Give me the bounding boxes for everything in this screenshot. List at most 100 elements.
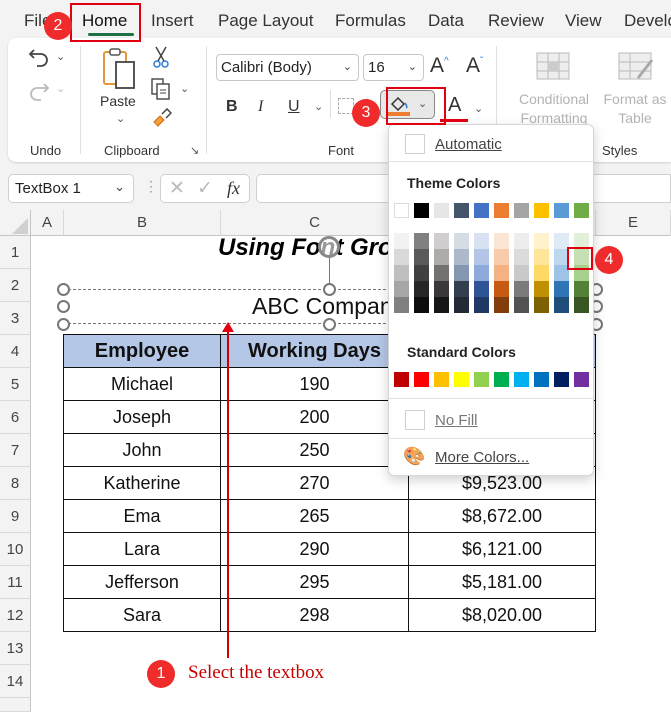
theme-shade-swatch[interactable]: [394, 249, 409, 265]
employee-cell[interactable]: Joseph: [63, 400, 221, 434]
row-header[interactable]: 5: [0, 368, 31, 401]
resize-handle[interactable]: [323, 318, 336, 331]
theme-shade-swatch[interactable]: [454, 233, 469, 249]
employee-cell[interactable]: Jefferson: [63, 565, 221, 599]
theme-shade-swatch[interactable]: [414, 297, 429, 313]
theme-color-swatch[interactable]: [534, 203, 549, 218]
standard-color-swatch[interactable]: [454, 372, 469, 387]
theme-shade-swatch[interactable]: [494, 265, 509, 281]
working-days-cell[interactable]: 200: [220, 400, 409, 434]
theme-color-swatch[interactable]: [394, 203, 409, 218]
working-days-cell[interactable]: 250: [220, 433, 409, 467]
font-color-dropdown-icon[interactable]: ⌄: [474, 102, 483, 115]
theme-shade-swatch[interactable]: [434, 233, 449, 249]
tab-data[interactable]: Data: [428, 11, 464, 31]
theme-shade-swatch[interactable]: [414, 265, 429, 281]
theme-shade-swatch[interactable]: [414, 233, 429, 249]
standard-color-swatch[interactable]: [434, 372, 449, 387]
undo-dropdown-icon[interactable]: ⌄: [56, 50, 65, 63]
name-box[interactable]: TextBox 1 ⌄: [8, 174, 134, 203]
conditional-formatting-button[interactable]: Conditional Formatting: [514, 90, 594, 128]
format-painter-button[interactable]: [152, 108, 172, 128]
employee-cell[interactable]: Lara: [63, 532, 221, 566]
tab-developer[interactable]: Developer: [624, 11, 671, 31]
standard-color-swatch[interactable]: [574, 372, 589, 387]
theme-shade-swatch[interactable]: [514, 297, 529, 313]
tab-formulas[interactable]: Formulas: [335, 11, 406, 31]
theme-shade-swatch[interactable]: [534, 281, 549, 297]
row-header[interactable]: 6: [0, 401, 31, 434]
undo-button[interactable]: [26, 44, 52, 70]
no-fill-option[interactable]: No Fill: [389, 403, 593, 437]
theme-color-swatch[interactable]: [554, 203, 569, 218]
column-header-b[interactable]: B: [64, 210, 221, 236]
theme-shade-swatch[interactable]: [474, 265, 489, 281]
theme-shade-swatch[interactable]: [494, 281, 509, 297]
working-days-cell[interactable]: 190: [220, 367, 409, 401]
resize-handle[interactable]: [323, 283, 336, 296]
theme-shade-swatch[interactable]: [414, 281, 429, 297]
theme-shade-swatch[interactable]: [494, 297, 509, 313]
theme-shade-swatch[interactable]: [394, 281, 409, 297]
increase-font-size-button[interactable]: A^: [430, 54, 449, 78]
salary-cell[interactable]: $8,020.00: [408, 598, 596, 632]
paste-dropdown-icon[interactable]: ⌄: [116, 112, 125, 125]
enter-check-icon[interactable]: ✓: [197, 177, 213, 200]
row-header[interactable]: 10: [0, 533, 31, 566]
employee-cell[interactable]: Ema: [63, 499, 221, 533]
theme-shade-swatch[interactable]: [394, 297, 409, 313]
theme-color-swatch[interactable]: [434, 203, 449, 218]
theme-shade-swatch[interactable]: [454, 249, 469, 265]
textbox-text[interactable]: ABC Company: [252, 293, 404, 320]
column-header-e[interactable]: E: [596, 210, 671, 236]
theme-shade-swatch[interactable]: [434, 281, 449, 297]
font-color-button[interactable]: A: [448, 94, 461, 117]
theme-color-swatch[interactable]: [514, 203, 529, 218]
resize-handle[interactable]: [57, 318, 70, 331]
theme-shade-swatch[interactable]: [434, 265, 449, 281]
working-days-cell[interactable]: 290: [220, 532, 409, 566]
row-header[interactable]: 3: [0, 302, 31, 335]
theme-shade-swatch[interactable]: [514, 249, 529, 265]
automatic-option[interactable]: Automatic: [389, 127, 593, 161]
theme-shade-swatch[interactable]: [514, 265, 529, 281]
theme-color-swatch[interactable]: [494, 203, 509, 218]
row-header[interactable]: 8: [0, 467, 31, 500]
standard-color-swatch[interactable]: [414, 372, 429, 387]
row-header[interactable]: 2: [0, 269, 31, 302]
clipboard-dialog-launcher-icon[interactable]: ↘: [190, 144, 199, 157]
theme-shade-swatch[interactable]: [414, 249, 429, 265]
more-colors-option[interactable]: 🎨 More Colors...: [389, 440, 593, 474]
insert-function-button[interactable]: fx: [227, 178, 240, 199]
theme-shade-swatch[interactable]: [514, 281, 529, 297]
underline-dropdown-icon[interactable]: ⌄: [314, 100, 323, 113]
theme-shade-swatch[interactable]: [454, 265, 469, 281]
row-header[interactable]: 1: [0, 236, 31, 269]
column-header-c[interactable]: C: [221, 210, 409, 236]
employee-cell[interactable]: Sara: [63, 598, 221, 632]
column-header-a[interactable]: A: [31, 210, 64, 236]
standard-color-swatch[interactable]: [534, 372, 549, 387]
resize-handle[interactable]: [57, 283, 70, 296]
tab-insert[interactable]: Insert: [151, 11, 194, 31]
decrease-font-size-button[interactable]: Aˇ: [466, 54, 483, 78]
standard-color-swatch[interactable]: [554, 372, 569, 387]
cancel-icon[interactable]: ✕: [169, 177, 185, 200]
employee-cell[interactable]: Katherine: [63, 466, 221, 500]
theme-color-swatch[interactable]: [454, 203, 469, 218]
theme-shade-swatch[interactable]: [534, 233, 549, 249]
standard-color-swatch[interactable]: [394, 372, 409, 387]
formula-bar-grip-icon[interactable]: ⋮: [144, 178, 158, 195]
select-all-button[interactable]: [0, 210, 31, 236]
theme-shade-swatch[interactable]: [514, 233, 529, 249]
row-header[interactable]: 12: [0, 599, 31, 632]
format-as-table-button[interactable]: Format as Table: [600, 90, 670, 128]
theme-color-swatch[interactable]: [574, 203, 589, 218]
theme-shade-swatch[interactable]: [554, 281, 569, 297]
theme-shade-swatch[interactable]: [554, 297, 569, 313]
row-header[interactable]: 4: [0, 335, 31, 368]
theme-shade-swatch[interactable]: [574, 297, 589, 313]
redo-dropdown-icon[interactable]: ⌄: [56, 82, 65, 95]
theme-shade-swatch[interactable]: [394, 265, 409, 281]
bold-button[interactable]: B: [226, 98, 238, 116]
